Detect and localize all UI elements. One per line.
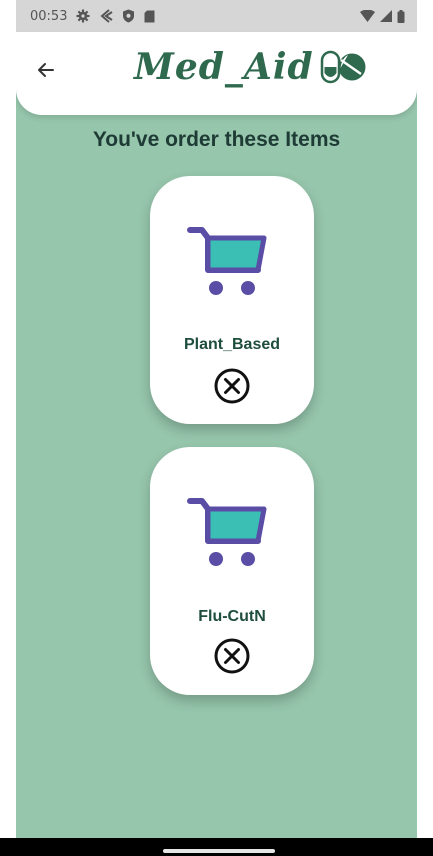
system-nav-bar [0,838,433,856]
nav-arrow-icon [100,9,114,23]
home-indicator[interactable] [163,849,275,853]
app-header: Med_Aid [16,32,417,115]
back-arrow-icon [38,63,54,77]
logo-text: Med_Aid [134,46,314,88]
wifi-icon [360,10,375,22]
order-item-name: Flu-CutN [198,608,266,625]
order-card: Plant_Based [150,176,314,424]
remove-circle-icon[interactable] [213,637,251,675]
remove-circle-icon[interactable] [213,367,251,405]
battery-icon [397,9,405,23]
cart-icon [187,227,267,295]
order-item-name: Plant_Based [183,336,281,353]
back-button[interactable] [30,54,62,86]
order-card: Flu-CutN [150,447,314,695]
page-title: You've order these Items [92,128,341,151]
status-time: 00:53 [30,8,68,24]
settings-icon [76,9,90,23]
status-bar: 00:53 [16,0,417,32]
shield-icon [123,9,135,23]
cart-icon [187,498,267,566]
pill-capsule-icon [320,50,366,84]
signal-icon [380,10,392,22]
app-logo: Med_Aid [134,38,368,96]
sd-card-icon [144,10,155,22]
app-screen: 00:53 Med_Aid You've order these Items P… [16,0,417,856]
